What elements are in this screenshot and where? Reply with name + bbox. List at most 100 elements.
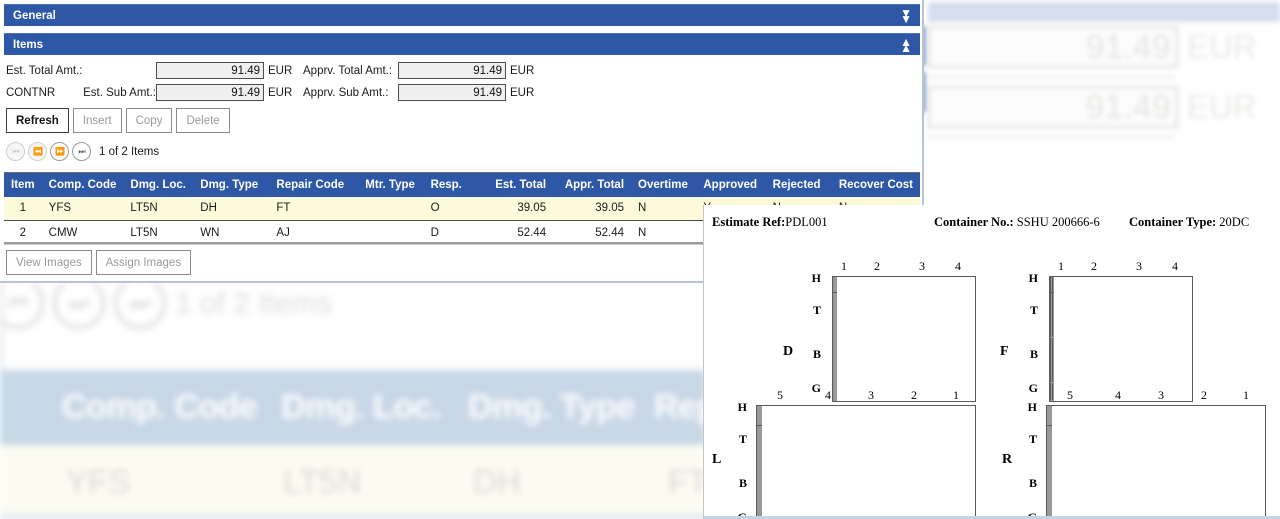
background-col-4: Rep [654,388,705,427]
col-dmg-type[interactable]: Dmg. Type [193,173,269,197]
cell-resp: D [424,221,480,245]
chevron-double-up-icon[interactable]: ▲▲ [900,35,911,51]
record-toolbar: Refresh Insert Copy Delete [6,108,230,133]
row-label-T: T [805,303,821,318]
grid-table-F[interactable] [1049,276,1054,401]
col-repair-code[interactable]: Repair Code [269,173,358,197]
cell-overtime: N [631,197,696,221]
step-forward-icon[interactable]: ⏩ [50,142,69,161]
col-label-2: 2 [1091,259,1097,274]
cell-est-total: 52.44 [479,221,553,245]
estimate-ref-value: PDL001 [785,215,827,229]
background-divider-2 [928,136,1174,138]
row-label-H: H [1022,271,1038,286]
delete-button[interactable]: Delete [176,108,229,133]
cell-dmg-type: DH [193,197,269,221]
cell-dmg-loc: LT5N [123,221,193,245]
grid-row-labels-F: H T B G [1022,259,1038,389]
col-label-2: 2 [874,259,880,274]
background-col-3: Dmg. Type [468,388,635,427]
cell-appr-total: 39.05 [553,197,631,221]
est-sub-unit: EUR [268,87,292,99]
col-label-3: 3 [919,259,925,274]
cell-comp-code: CMW [42,221,124,245]
col-item[interactable]: Item [4,173,42,197]
cell-item: 2 [4,221,42,245]
col-label-5: 5 [777,388,783,403]
cell-resp: O [424,197,480,221]
container-type-label: Container Type: [1129,215,1216,229]
copy-button[interactable]: Copy [126,108,173,133]
apprv-total-input[interactable]: 91.49 [398,62,506,79]
col-resp[interactable]: Resp. [424,173,480,197]
background-skip-last-icon: ⏭ [114,283,166,329]
est-total-input[interactable]: 91.49 [156,62,264,79]
background-table-preview-bottom: ⏮ ⏭ ⏭ 1 of 2 Items Comp. Code Dmg. Loc. … [0,283,705,519]
est-sub-label: Est. Sub Amt.: [82,87,156,99]
grid-row-labels-L: H T B G [731,388,747,518]
grid-table-R[interactable] [1046,405,1052,519]
est-sub-input[interactable]: 91.49 [156,84,264,101]
row-label-T: T [731,432,747,447]
contnr-label: CONTNR [6,87,82,99]
row-label-H: H [805,271,821,286]
col-rejected[interactable]: Rejected [766,173,832,197]
background-value-2: 91.49 [928,86,1178,128]
background-skip-first-icon: ⏮ [0,283,44,329]
background-step-forward-icon: ⏭ [53,283,105,329]
section-header-general[interactable]: General ▼▼ [4,4,920,26]
col-label-4: 4 [825,388,831,403]
refresh-button[interactable]: Refresh [6,108,69,133]
col-label-3: 3 [1136,259,1142,274]
row-label-T: T [1021,432,1037,447]
apprv-sub-label: Apprv. Sub Amt.: [303,87,398,99]
field-apprv-sub: Apprv. Sub Amt.: 91.49 EUR [303,83,534,102]
background-bottom-edge [0,515,705,519]
grid-face-label-L: L [712,452,721,468]
cell-comp-code: YFS [42,197,124,221]
row-label-T: T [1022,303,1038,318]
container-type: Container Type: 20DC [1129,215,1249,230]
container-no-value: SSHU 200666-6 [1017,215,1100,229]
background-pager: ⏮ ⏭ ⏭ [0,283,166,329]
col-label-4: 4 [955,259,961,274]
col-label-3: 3 [868,388,874,403]
step-back-icon[interactable]: ⏪ [28,142,47,161]
col-recover-cost[interactable]: Recover Cost [832,173,920,197]
col-approved[interactable]: Approved [696,173,765,197]
skip-last-icon[interactable]: ⏭ [72,142,91,161]
assign-images-button[interactable]: Assign Images [96,250,191,275]
background-value-1: 91.49 [928,26,1178,68]
background-r1-c4: FT [668,463,705,501]
container-no: Container No.: SSHU 200666-6 [934,215,1100,230]
background-col-2: Dmg. Loc. [281,388,441,427]
row-label-G: G [805,381,821,396]
grid-face-label-R: R [1002,452,1012,468]
grid-outline-D [832,276,976,402]
cell-dmg-type: WN [193,221,269,245]
col-appr-total[interactable]: Appr. Total [553,173,631,197]
row-label-B: B [731,476,747,491]
col-label-1: 1 [953,388,959,403]
col-est-total[interactable]: Est. Total [479,173,553,197]
col-label-4: 4 [1115,388,1121,403]
insert-button[interactable]: Insert [73,108,122,133]
col-dmg-loc[interactable]: Dmg. Loc. [123,173,193,197]
grid-table-L[interactable] [756,405,762,519]
background-r1-c2: LT5N [283,463,361,501]
apprv-total-label: Apprv. Total Amt.: [303,65,398,77]
field-apprv-total: Apprv. Total Amt.: 91.49 EUR [303,61,534,80]
view-images-button[interactable]: View Images [6,250,92,275]
chevron-double-down-icon[interactable]: ▼▼ [900,6,911,22]
grid-outline-L [756,405,976,519]
background-pager-status: 1 of 2 Items [175,287,332,321]
col-comp-code[interactable]: Comp. Code [42,173,124,197]
col-mtr-type[interactable]: Mtr. Type [358,173,423,197]
grid-table-D[interactable] [832,276,837,401]
skip-first-icon[interactable]: ⏮ [6,142,25,161]
col-overtime[interactable]: Overtime [631,173,696,197]
apprv-sub-input[interactable]: 91.49 [398,84,506,101]
field-est-total: Est. Total Amt.: 91.49 EUR [6,61,292,80]
section-header-items[interactable]: Items ▲▲ [4,33,920,55]
est-total-unit: EUR [268,65,292,77]
